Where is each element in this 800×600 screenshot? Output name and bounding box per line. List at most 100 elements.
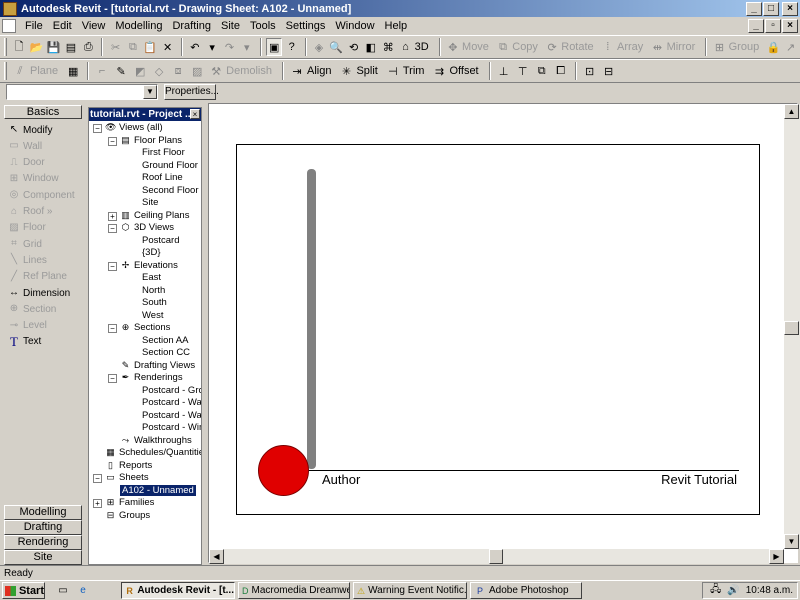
open-icon[interactable]: 📂 — [28, 38, 44, 56]
design-bar-item-lines[interactable]: ╲ Lines — [8, 252, 47, 268]
tree-item[interactable]: ▥ Ceiling Plans — [120, 210, 201, 223]
design-bar-item-modify[interactable]: ↖ Modify — [8, 122, 53, 138]
taskbar-button[interactable]: P Adobe Photoshop — [470, 582, 582, 599]
tree-item[interactable]: {3D} — [142, 247, 201, 260]
redo-icon[interactable]: ↷ — [221, 38, 237, 56]
start-button[interactable]: Start — [2, 582, 45, 599]
taskbar-button[interactable]: R Autodesk Revit - [t... — [121, 582, 235, 599]
house-3d-icon[interactable]: ⌂ — [397, 38, 413, 56]
design-bar-item-dimension[interactable]: ↔ Dimension — [8, 285, 70, 301]
print-icon[interactable]: ⎙ — [80, 38, 96, 56]
tree-item[interactable]: Postcard - Wall — [142, 410, 201, 423]
leader-line[interactable] — [307, 169, 316, 469]
unlock-icon[interactable]: ↗ — [783, 38, 799, 56]
expand-icon[interactable]: + — [108, 211, 117, 221]
print-preview-icon[interactable]: ▤ — [63, 38, 79, 56]
tree-item[interactable]: Section AA — [142, 335, 201, 348]
tree-item[interactable]: Postcard - Grou — [142, 385, 201, 398]
grid-toggle-icon[interactable]: ▦ — [64, 62, 82, 80]
tree-item[interactable]: ▤ Floor Plans — [120, 135, 201, 148]
menu-settings[interactable]: Settings — [281, 20, 331, 32]
unpin-icon[interactable]: ⊤ — [514, 62, 532, 80]
vertical-scroll-thumb[interactable] — [784, 321, 799, 335]
menu-edit[interactable]: Edit — [48, 20, 77, 32]
graphics-icon[interactable]: ⌘ — [380, 38, 396, 56]
menu-view[interactable]: View — [77, 20, 111, 32]
save-icon[interactable]: 💾 — [46, 38, 62, 56]
scroll-down-icon[interactable]: ▼ — [784, 534, 799, 549]
tree-item[interactable]: ✒ Renderings — [120, 372, 201, 385]
tree-item[interactable]: ✎ Drafting Views — [120, 360, 201, 373]
taskbar-button[interactable]: D Macromedia Dreamwe... — [238, 582, 350, 599]
zoom-icon[interactable]: 🔍 — [328, 38, 344, 56]
trim-button[interactable]: Trim — [403, 65, 425, 77]
tree-item[interactable]: Ground Floor — [142, 160, 201, 173]
linked-file-icon[interactable]: ⊟ — [600, 62, 618, 80]
design-bar-item-roof[interactable]: ⌂ Roof » — [8, 204, 53, 220]
copy-button[interactable]: Copy — [512, 41, 538, 53]
collapse-icon[interactable]: − — [93, 474, 102, 483]
minimize-button[interactable]: _ — [746, 2, 762, 16]
view-3d-button[interactable]: 3D — [415, 41, 429, 53]
copy-clipboard-icon[interactable]: ⧉ — [533, 62, 551, 80]
undo-list-icon[interactable]: ▾ — [204, 38, 220, 56]
tree-item[interactable]: ▦ Schedules/Quantitie — [105, 447, 201, 460]
tree-item[interactable]: 👁 Views (all) — [105, 122, 201, 135]
design-bar-item-door[interactable]: ⎍ Door — [8, 155, 45, 171]
title-bar[interactable]: Autodesk Revit - [tutorial.rvt - Drawing… — [0, 0, 800, 17]
scroll-up-icon[interactable]: ▲ — [784, 104, 799, 119]
tree-item-selected[interactable]: A102 - Unnamed — [120, 484, 201, 498]
visibility-icon[interactable]: ◈ — [311, 38, 327, 56]
author-label[interactable]: Author — [322, 472, 360, 487]
menu-drafting[interactable]: Drafting — [167, 20, 216, 32]
doc-close-button[interactable]: × — [782, 19, 798, 33]
array-button[interactable]: Array — [617, 41, 643, 53]
tree-item[interactable]: ✢ Elevations — [120, 260, 201, 273]
horizontal-scrollbar[interactable]: ◀ ▶ — [209, 549, 784, 564]
pin-icon[interactable]: ⊥ — [495, 62, 513, 80]
clock[interactable]: 10:48 a.m. — [746, 585, 793, 596]
menu-help[interactable]: Help — [380, 20, 413, 32]
match-type-icon[interactable]: ⊡ — [581, 62, 599, 80]
collapse-icon[interactable]: − — [108, 136, 117, 146]
scroll-left-icon[interactable]: ◀ — [209, 549, 224, 564]
cut-icon[interactable]: ✂ — [107, 38, 123, 56]
eyedropper-icon[interactable]: ✎ — [112, 62, 130, 80]
tree-item[interactable]: Roof Line — [142, 172, 201, 185]
tree-item[interactable]: Postcard - Wind — [142, 422, 201, 435]
plane-button[interactable]: Plane — [30, 65, 58, 77]
split-button[interactable]: Split — [356, 65, 377, 77]
horizontal-scroll-thumb[interactable] — [489, 549, 503, 564]
show-desktop-icon[interactable]: ▭ — [56, 584, 70, 598]
menu-modelling[interactable]: Modelling — [110, 20, 167, 32]
design-bar-tab-site[interactable]: Site — [4, 550, 82, 565]
doc-minimize-button[interactable]: _ — [748, 19, 764, 33]
scroll-right-icon[interactable]: ▶ — [769, 549, 784, 564]
tree-item[interactable]: North — [142, 285, 201, 298]
collapse-icon[interactable]: − — [108, 324, 117, 333]
red-marker[interactable] — [258, 445, 309, 496]
align-button[interactable]: Align — [307, 65, 331, 77]
split-face-icon[interactable]: ◇ — [150, 62, 168, 80]
design-bar-tab-basics[interactable]: Basics — [4, 105, 82, 119]
collapse-icon[interactable]: − — [108, 374, 117, 383]
chevron-down-icon[interactable]: ▼ — [143, 85, 157, 99]
design-bar-item-text[interactable]: T Text — [8, 334, 41, 350]
shading-icon[interactable]: ◧ — [363, 38, 379, 56]
properties-button[interactable]: Properties... — [164, 84, 219, 100]
expand-icon[interactable]: + — [93, 499, 102, 508]
tree-item[interactable]: ⊞ Families — [105, 497, 201, 510]
menu-tools[interactable]: Tools — [245, 20, 281, 32]
collapse-icon[interactable]: − — [93, 124, 102, 133]
design-bar-item-floor[interactable]: ▨ Floor — [8, 220, 46, 236]
close-icon[interactable]: × — [190, 109, 200, 119]
collapse-icon[interactable]: − — [108, 261, 117, 271]
revit-app-icon[interactable] — [3, 1, 17, 16]
lock-icon[interactable]: 🔒 — [765, 38, 781, 56]
tree-item[interactable]: Postcard - Wall — [142, 397, 201, 410]
project-name-label[interactable]: Revit Tutorial — [661, 472, 737, 487]
paste-icon[interactable]: 📋 — [142, 38, 158, 56]
collapse-icon[interactable]: − — [108, 224, 117, 233]
whats-this-help-icon[interactable]: ? — [283, 38, 299, 56]
tree-item[interactable]: ⤳ Walkthroughs — [120, 435, 201, 448]
